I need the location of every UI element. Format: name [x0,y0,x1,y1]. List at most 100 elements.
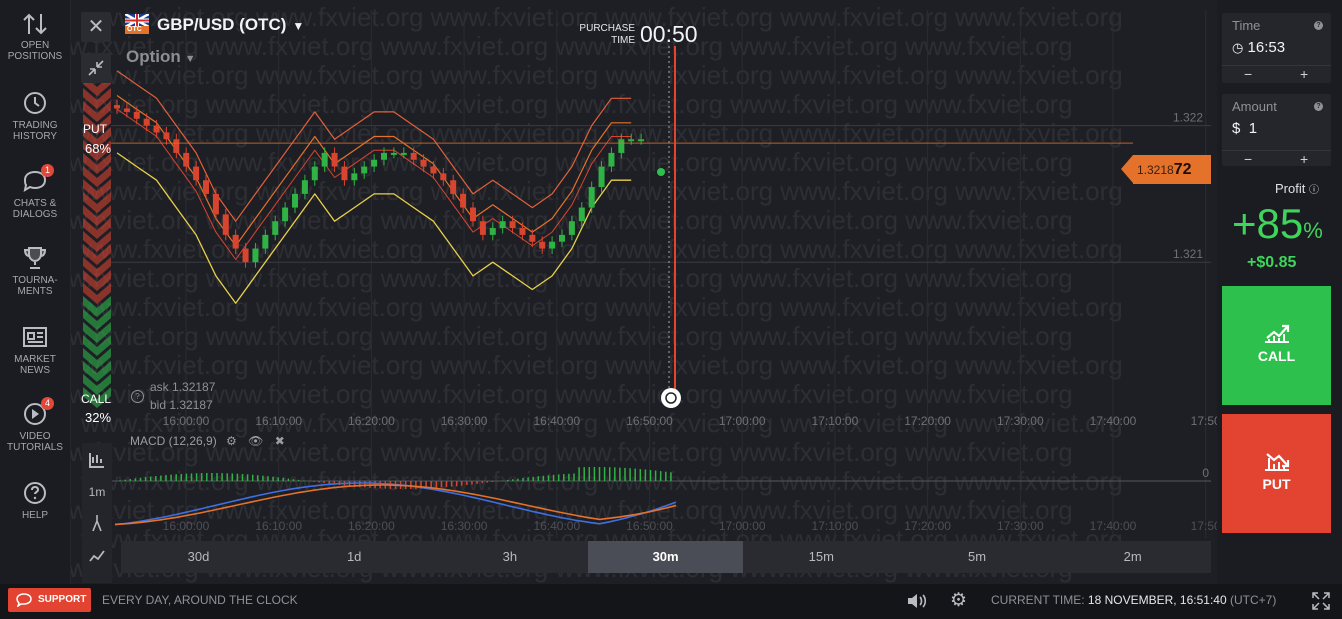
candle-body [420,159,427,167]
time-box[interactable]: Time ? ◷ 16:53 − + [1222,13,1331,83]
fullscreen-icon[interactable] [1312,592,1330,610]
nav-trading-history[interactable]: TRADING HISTORY [0,90,70,142]
question-icon[interactable]: ? [1314,21,1323,30]
timeframe-30d[interactable]: 30d [121,541,276,573]
collapse-button[interactable] [81,53,111,83]
call-sentiment-label: CALL [81,392,112,406]
eye-icon[interactable]: 👁 [248,434,263,448]
nav-help[interactable]: HELP [0,480,70,521]
nav-open-positions-label1: OPEN [20,40,50,51]
nav-video-tutorials[interactable]: 4 VIDEO TUTORIALS [0,397,70,453]
option-type-selector[interactable]: Option ▼ [126,47,196,67]
chevron-down-icon: ▼ [184,53,196,65]
candle-body [331,152,338,167]
amount-minus-button[interactable]: − [1244,151,1252,167]
price-chart[interactable]: www.fxviet.org www.fxviet.org www.fxviet… [71,0,1217,584]
x-tick-label: 17:20:00 [904,414,951,428]
current-price-tag: 1.321872 [1121,155,1211,184]
timezone-label: (UTC+7) [1230,593,1277,607]
time-value[interactable]: ◷ 16:53 [1232,39,1285,56]
chart-type-icon[interactable] [82,451,112,472]
timeframe-2m[interactable]: 2m [1055,541,1210,573]
watermark-text: www.fxviet.org www.fxviet.org www.fxviet… [71,263,1073,293]
nav-tournaments[interactable]: TOURNA- MENTS [0,245,70,297]
nav-chats[interactable]: 1 CHATS & DIALOGS [0,164,70,220]
question-icon[interactable]: ? [131,390,144,403]
close-icon[interactable]: ✖ [275,434,285,448]
candle-body [321,152,328,167]
macd-tick-label: 17:10:00 [812,519,859,533]
asset-selector[interactable]: OTC GBP/USD (OTC) ▼ [124,12,304,35]
gb-flag-icon: OTC [124,12,150,34]
put-button[interactable]: PUT [1222,414,1331,533]
footer-bar: SUPPORT EVERY DAY, AROUND THE CLOCK ⚙ CU… [0,584,1342,619]
time-value-text: 16:53 [1247,39,1286,56]
macd-tick-label: 17:50 [1191,519,1217,533]
chat-icon [16,593,32,607]
candle-body [133,111,140,119]
nav-chats-label1: CHATS & [13,198,57,209]
amount-stepper: − + [1222,150,1331,167]
time-minus-button[interactable]: − [1244,66,1252,82]
chart-area[interactable]: www.fxviet.org www.fxviet.org www.fxviet… [71,0,1217,584]
nav-tournaments-label1: TOURNA- [12,275,58,286]
shrink-icon [88,60,104,76]
gear-icon[interactable]: ⚙ [950,589,967,612]
time-plus-button[interactable]: + [1300,66,1308,82]
interval-button[interactable]: 1m [82,485,112,499]
gear-icon[interactable]: ⚙ [226,434,237,448]
arrows-updown-icon [23,13,47,35]
amount-box[interactable]: Amount ? $ 1 − + [1222,94,1331,167]
macd-zero-label: 0 [1202,466,1209,480]
nav-tournaments-label2: MENTS [17,286,53,297]
candle-body [519,228,526,235]
macd-tick-label: 16:20:00 [348,519,395,533]
timeframe-15m[interactable]: 15m [744,541,899,573]
nav-chats-label2: DIALOGS [12,209,58,220]
x-tick-label: 16:20:00 [348,414,395,428]
watermark-text: www.fxviet.org www.fxviet.org www.fxviet… [71,89,1073,119]
call-sentiment-pct: 32% [85,410,112,425]
candle-body [479,221,486,235]
timeframe-5m[interactable]: 5m [900,541,1055,573]
candle-body [539,241,546,249]
macd-label: MACD (12,26,9) ⚙ 👁 ✖ [130,434,285,448]
candle-body [203,180,209,194]
timeframe-3h[interactable]: 3h [432,541,587,573]
timeframe-1d[interactable]: 1d [277,541,432,573]
asset-name: GBP/USD (OTC) [157,15,287,34]
trophy-icon [23,247,47,269]
call-button[interactable]: CALL [1222,286,1331,405]
nav-open-positions[interactable]: OPEN POSITIONS [0,12,70,62]
help-icon [24,482,46,504]
indicators-icon[interactable] [82,547,112,568]
volume-icon[interactable] [906,592,928,610]
left-navigation: OPEN POSITIONS TRADING HISTORY 1 CHATS &… [0,0,71,584]
watermark-text: www.fxviet.org www.fxviet.org www.fxviet… [80,350,1123,380]
support-button[interactable]: SUPPORT [8,588,91,612]
nav-market-news[interactable]: MARKET NEWS [0,324,70,376]
question-icon[interactable]: ⓘ [1309,185,1319,196]
drawing-tool-icon[interactable] [82,513,112,536]
watermark-text: www.fxviet.org www.fxviet.org www.fxviet… [71,147,1073,177]
current-time-value: 18 NOVEMBER, 16:51:40 [1087,593,1227,607]
put-sentiment-pct: 68% [85,141,112,156]
candle-body [470,207,476,222]
current-time: CURRENT TIME: 18 NOVEMBER, 16:51:40 (UTC… [991,593,1276,607]
otc-badge: OTC [127,26,142,33]
candle-body [123,108,130,112]
current-point [657,168,665,176]
x-tick-label: 17:50 [1191,414,1217,428]
timeframe-30m[interactable]: 30m [588,541,744,573]
x-tick-label: 17:30:00 [997,414,1044,428]
macd-tick-label: 16:50:00 [626,519,673,533]
amount-value[interactable]: $ 1 [1232,120,1257,137]
purchase-label-2: TIME [611,35,635,46]
candle-body [361,166,368,174]
question-icon[interactable]: ? [1314,102,1323,111]
current-time-label: CURRENT TIME: [991,593,1085,607]
amount-plus-button[interactable]: + [1300,151,1308,167]
put-label: PUT [1262,476,1291,492]
support-tagline: EVERY DAY, AROUND THE CLOCK [102,593,298,607]
close-asset-button[interactable]: ✕ [81,12,111,42]
